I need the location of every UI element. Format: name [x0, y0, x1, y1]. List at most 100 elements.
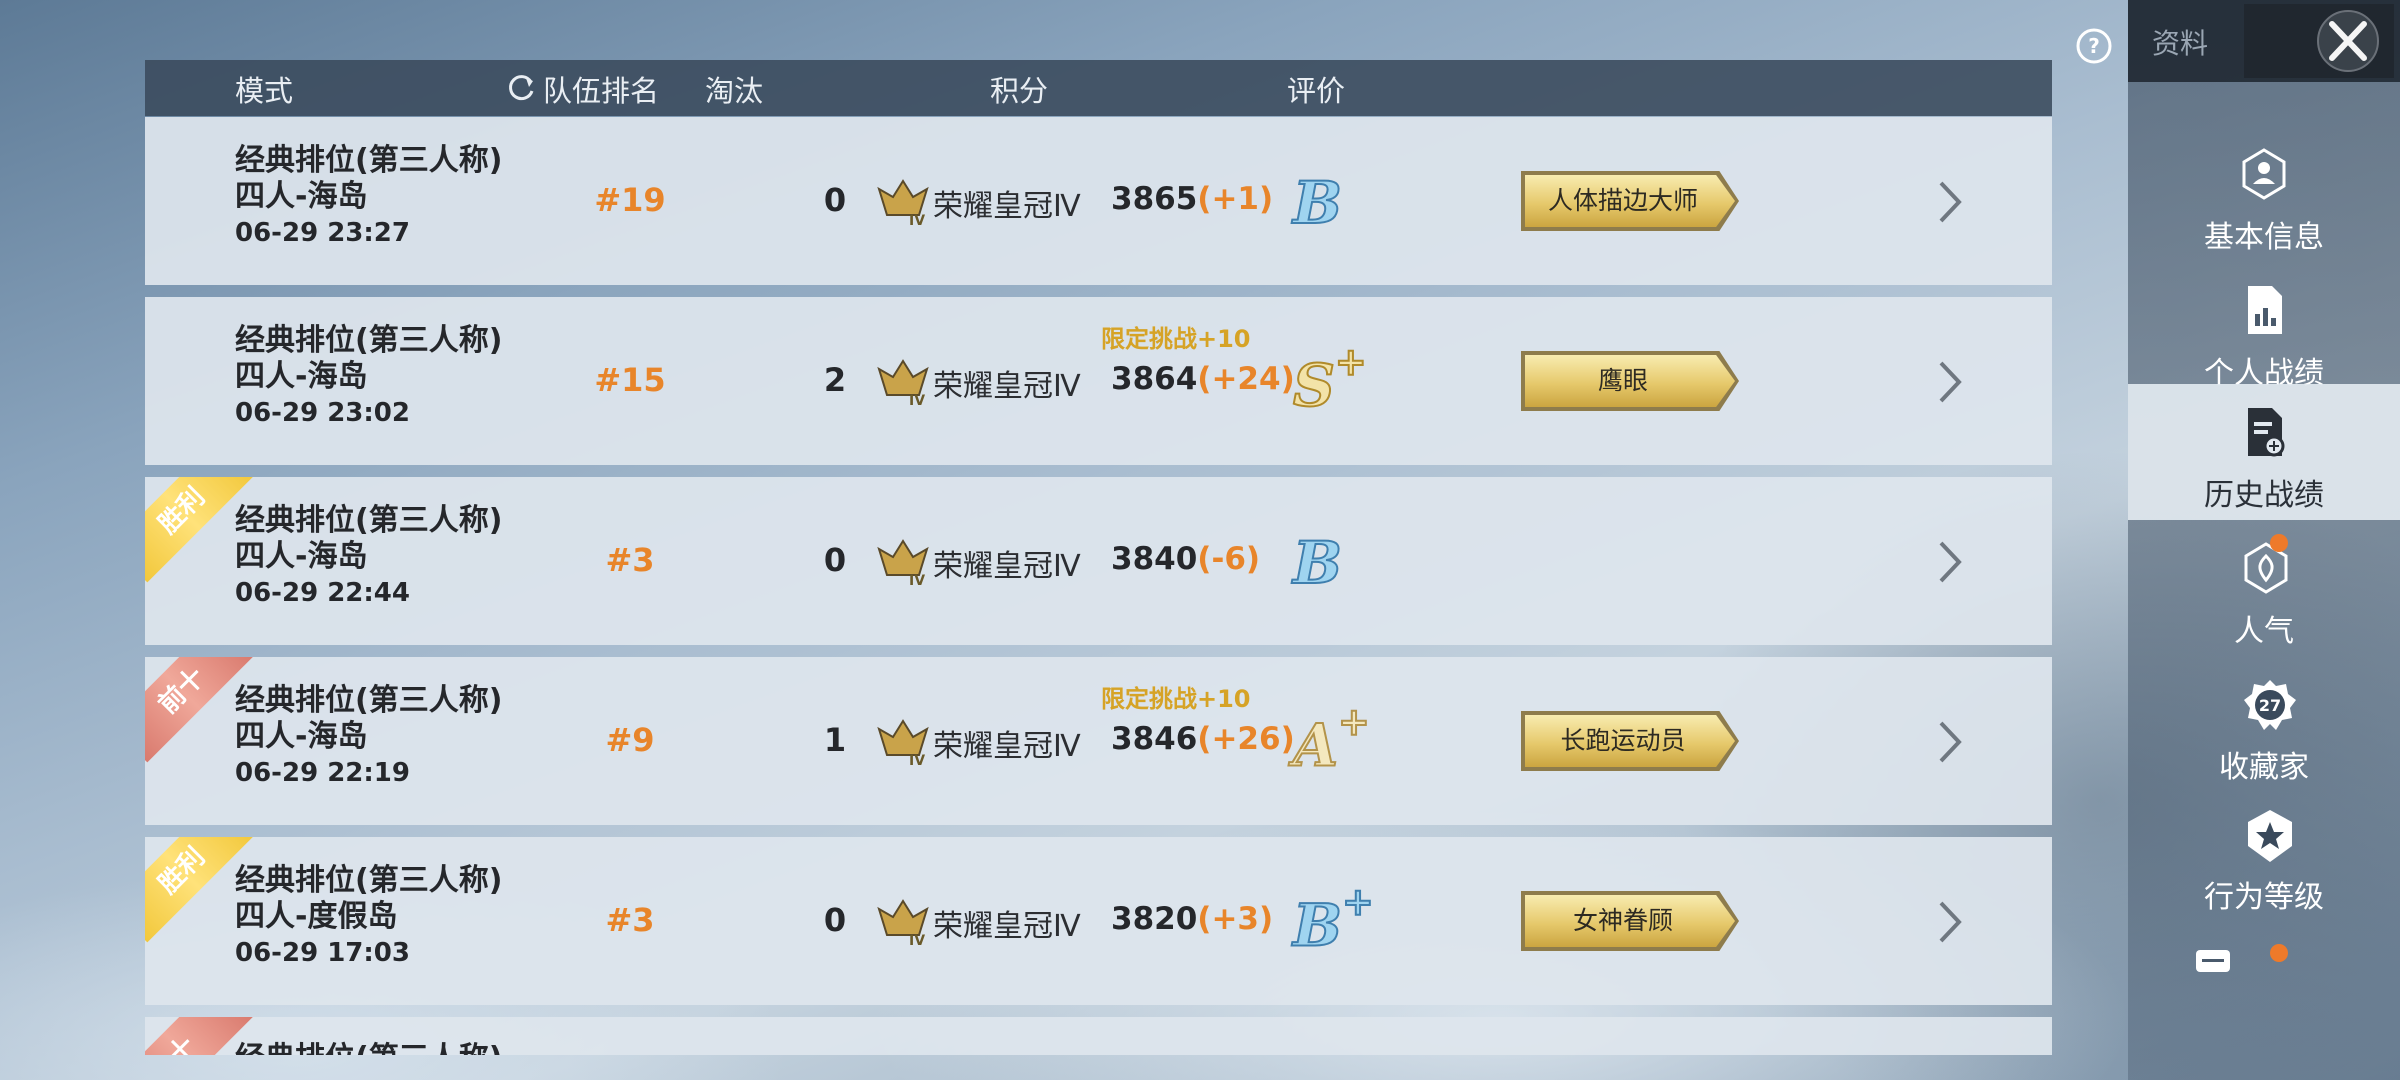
title-badge: 人体描边大师: [1525, 175, 1735, 227]
behavior-icon: [2248, 810, 2292, 862]
team-rank: #19: [594, 181, 666, 219]
sidebar-item-label: 人气: [2234, 614, 2294, 649]
grade-badge: A+: [1292, 698, 1371, 780]
match-mode: 经典排位(第三人称) 四人-海岛 06-29 23:27: [235, 143, 502, 251]
challenge-bonus: 限定挑战+10: [1101, 685, 1251, 713]
sidebar-item-behavior-level[interactable]: 行为等级: [2128, 786, 2400, 922]
kill-count: 0: [823, 541, 847, 579]
kill-count: 0: [823, 181, 847, 219]
team-rank: #3: [605, 901, 655, 939]
challenge-bonus: 限定挑战+10: [1101, 325, 1251, 353]
notification-dot: [2270, 534, 2288, 552]
score-delta: (+1): [1197, 181, 1274, 217]
grade-badge: B+: [1292, 878, 1375, 960]
chevron-right-icon[interactable]: [1935, 899, 1965, 945]
svg-text:IV: IV: [909, 753, 925, 767]
table-row[interactable]: 胜利 经典排位(第三人称) 四人-度假岛 06-29 17:03 #3 0 IV…: [145, 837, 2052, 1005]
sidebar-item-basic-info[interactable]: 基本信息: [2128, 126, 2400, 262]
profile-icon: [2242, 148, 2286, 200]
kill-count: 1: [823, 721, 847, 759]
map-name: 四人-海岛: [235, 179, 368, 214]
table-row[interactable]: 经典排位(第三人称) 四人-海岛 06-29 23:27 #19 0 IV 荣耀…: [145, 117, 2052, 285]
help-icon[interactable]: ?: [2074, 26, 2114, 66]
score: 3840(-6): [1111, 541, 1260, 577]
score-value: 3846: [1111, 721, 1198, 757]
kill-count: 0: [823, 901, 847, 939]
table-row[interactable]: 经典排位(第三人称) 四人-海岛 06-29 23:02 限定挑战+10 #15…: [145, 297, 2052, 465]
svg-text:IV: IV: [909, 933, 925, 947]
score-value: 3840: [1111, 541, 1198, 577]
map-name: 四人-海岛: [235, 719, 368, 754]
more-menu-icon[interactable]: [2196, 950, 2230, 972]
sidebar-item-match-history[interactable]: 历史战绩: [2128, 384, 2400, 520]
table-row[interactable]: 胜利 经典排位(第三人称) 四人-海岛 06-29 22:44 #3 0 IV …: [145, 477, 2052, 645]
collector-level-badge: 27: [2259, 696, 2281, 715]
match-mode: 经典排位(第三人称): [235, 1041, 502, 1055]
profile-sidebar: 资料 基本信息 个人战绩 历史战绩 人气 27 收藏家 行为等级: [2128, 0, 2400, 1080]
score-delta: (-6): [1197, 541, 1261, 577]
crown-tier-icon: IV: [877, 899, 929, 947]
header-mode: 模式: [235, 74, 294, 108]
score: 3864(+24): [1111, 361, 1295, 397]
mode-name: 经典排位(第三人称): [235, 683, 503, 718]
grade-plus: +: [1334, 338, 1368, 385]
chevron-right-icon[interactable]: [1935, 719, 1965, 765]
score: 3865(+1): [1111, 181, 1273, 217]
match-date: 06-29 22:44: [235, 578, 410, 608]
svg-text:IV: IV: [909, 393, 925, 407]
match-mode: 经典排位(第三人称) 四人-海岛 06-29 22:44: [235, 503, 502, 611]
crown-tier-icon: IV: [877, 719, 929, 767]
team-rank: #15: [594, 361, 666, 399]
map-name: 四人-度假岛: [235, 899, 398, 934]
match-date: 06-29 23:27: [235, 218, 410, 248]
grade-plus: +: [1341, 878, 1375, 925]
refresh-icon[interactable]: [507, 72, 537, 102]
score-delta: (+24): [1197, 361, 1295, 397]
team-rank: #3: [605, 541, 655, 579]
kill-count: 2: [823, 361, 847, 399]
title-badge: 女神眷顾: [1525, 895, 1735, 947]
close-icon[interactable]: [2244, 4, 2394, 78]
svg-text:IV: IV: [909, 213, 925, 227]
sidebar-item-popularity[interactable]: 人气: [2128, 520, 2400, 656]
title-badge: 鹰眼: [1525, 355, 1735, 407]
table-row[interactable]: 前十 经典排位(第三人称) 四人-海岛 06-29 22:19 限定挑战+10 …: [145, 657, 2052, 825]
score-value: 3864: [1111, 361, 1198, 397]
crown-tier-icon: IV: [877, 539, 929, 587]
crown-tier-icon: IV: [877, 179, 929, 227]
score-delta: (+26): [1197, 721, 1295, 757]
sidebar-item-label: 行为等级: [2204, 880, 2324, 915]
sidebar-item-collector[interactable]: 27 收藏家: [2128, 656, 2400, 792]
grade-badge: S+: [1292, 338, 1368, 420]
header-grade: 评价: [1287, 74, 1346, 108]
score-delta: (+3): [1197, 901, 1274, 937]
title-badge: 长跑运动员: [1525, 715, 1735, 767]
tier-name: 荣耀皇冠Ⅳ: [933, 549, 1081, 584]
sidebar-item-label: 收藏家: [2219, 750, 2309, 785]
tier-name: 荣耀皇冠Ⅳ: [933, 729, 1081, 764]
svg-text:IV: IV: [909, 573, 925, 587]
stats-icon: [2248, 286, 2282, 334]
chevron-right-icon[interactable]: [1935, 359, 1965, 405]
sidebar-item-personal-stats[interactable]: 个人战绩: [2128, 262, 2400, 398]
svg-text:?: ?: [2088, 34, 2100, 58]
match-date: 06-29 17:03: [235, 938, 410, 968]
match-mode: 经典排位(第三人称) 四人-海岛 06-29 22:19: [235, 683, 502, 791]
map-name: 四人-海岛: [235, 539, 368, 574]
mode-name: 经典排位(第三人称): [235, 863, 503, 898]
chevron-right-icon[interactable]: [1935, 539, 1965, 585]
match-date: 06-29 22:19: [235, 758, 410, 788]
sidebar-title: 资料: [2152, 27, 2209, 60]
grade-plus: +: [1337, 698, 1371, 745]
score-value: 3865: [1111, 181, 1198, 217]
match-history-table: 模式 队伍排名 淘汰 积分 评价 经典排位(第三人称) 四人-海岛 06-29 …: [145, 60, 2052, 1060]
sidebar-item-label: 基本信息: [2204, 220, 2324, 255]
sidebar-item-label: 历史战绩: [2204, 478, 2324, 513]
grade-letter: B: [1292, 168, 1343, 238]
score-value: 3820: [1111, 901, 1198, 937]
table-row[interactable]: 十 经典排位(第三人称): [145, 1017, 2052, 1055]
mode-name: 经典排位(第三人称): [235, 143, 503, 178]
collector-icon: 27: [2244, 680, 2296, 730]
crown-tier-icon: IV: [877, 359, 929, 407]
chevron-right-icon[interactable]: [1935, 179, 1965, 225]
